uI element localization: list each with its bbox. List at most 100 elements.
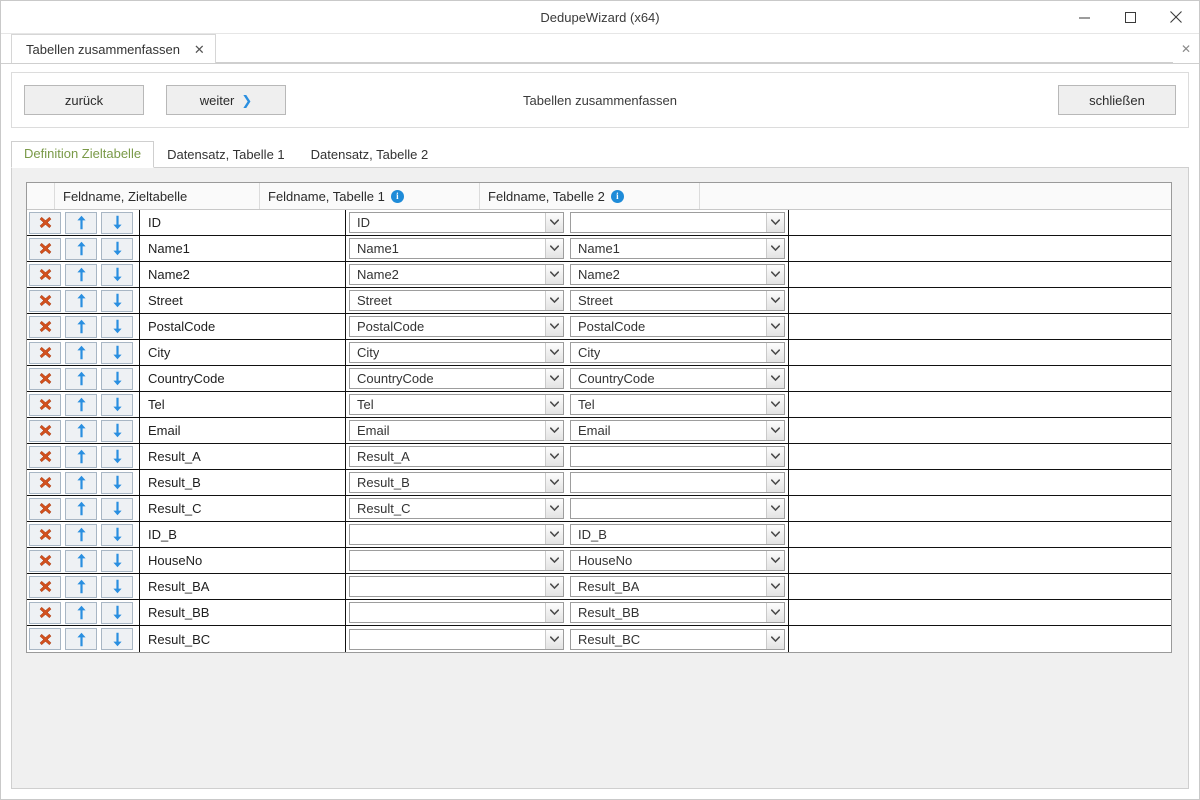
delete-row-icon[interactable]: [29, 472, 61, 494]
move-up-icon[interactable]: [65, 212, 97, 234]
table2-field-select[interactable]: ID_B: [570, 524, 785, 545]
chevron-down-icon[interactable]: [545, 603, 563, 622]
table1-field-select[interactable]: ID: [349, 212, 564, 233]
target-field-cell[interactable]: Result_B: [139, 470, 346, 496]
chevron-down-icon[interactable]: [766, 577, 784, 596]
target-field-cell[interactable]: Street: [139, 288, 346, 314]
table1-field-select[interactable]: Street: [349, 290, 564, 311]
target-field-cell[interactable]: ID_B: [139, 522, 346, 548]
table2-field-select[interactable]: PostalCode: [570, 316, 785, 337]
chevron-down-icon[interactable]: [545, 369, 563, 388]
delete-row-icon[interactable]: [29, 368, 61, 390]
table1-field-select[interactable]: [349, 576, 564, 597]
move-up-icon[interactable]: [65, 290, 97, 312]
chevron-down-icon[interactable]: [545, 473, 563, 492]
delete-row-icon[interactable]: [29, 576, 61, 598]
move-down-icon[interactable]: [101, 576, 133, 598]
info-icon[interactable]: i: [611, 190, 624, 203]
move-up-icon[interactable]: [65, 368, 97, 390]
move-down-icon[interactable]: [101, 602, 133, 624]
close-wizard-button[interactable]: schließen: [1058, 85, 1176, 115]
move-down-icon[interactable]: [101, 238, 133, 260]
move-up-icon[interactable]: [65, 498, 97, 520]
table1-field-select[interactable]: [349, 602, 564, 623]
chevron-down-icon[interactable]: [545, 265, 563, 284]
table2-field-select[interactable]: Name2: [570, 264, 785, 285]
move-up-icon[interactable]: [65, 264, 97, 286]
delete-row-icon[interactable]: [29, 602, 61, 624]
move-down-icon[interactable]: [101, 446, 133, 468]
table2-field-select[interactable]: Result_BB: [570, 602, 785, 623]
column-header-table1[interactable]: Feldname, Tabelle 1 i: [260, 183, 480, 209]
chevron-down-icon[interactable]: [545, 395, 563, 414]
target-field-cell[interactable]: CountryCode: [139, 366, 346, 392]
move-up-icon[interactable]: [65, 628, 97, 650]
move-down-icon[interactable]: [101, 628, 133, 650]
chevron-down-icon[interactable]: [766, 395, 784, 414]
target-field-cell[interactable]: Name1: [139, 236, 346, 262]
chevron-down-icon[interactable]: [766, 447, 784, 466]
chevron-down-icon[interactable]: [766, 630, 784, 649]
target-field-cell[interactable]: ID: [139, 210, 346, 236]
table1-field-select[interactable]: [349, 524, 564, 545]
chevron-down-icon[interactable]: [766, 213, 784, 232]
table2-field-select[interactable]: CountryCode: [570, 368, 785, 389]
move-up-icon[interactable]: [65, 394, 97, 416]
table1-field-select[interactable]: PostalCode: [349, 316, 564, 337]
move-up-icon[interactable]: [65, 602, 97, 624]
table1-field-select[interactable]: Result_A: [349, 446, 564, 467]
table2-field-select[interactable]: City: [570, 342, 785, 363]
move-up-icon[interactable]: [65, 472, 97, 494]
table1-field-select[interactable]: Result_B: [349, 472, 564, 493]
table2-field-select[interactable]: Street: [570, 290, 785, 311]
delete-row-icon[interactable]: [29, 316, 61, 338]
move-up-icon[interactable]: [65, 238, 97, 260]
target-field-cell[interactable]: Result_C: [139, 496, 346, 522]
move-down-icon[interactable]: [101, 264, 133, 286]
table2-field-select[interactable]: Tel: [570, 394, 785, 415]
table1-field-select[interactable]: Email: [349, 420, 564, 441]
table1-field-select[interactable]: Tel: [349, 394, 564, 415]
target-field-cell[interactable]: Result_BB: [139, 600, 346, 626]
move-down-icon[interactable]: [101, 498, 133, 520]
delete-row-icon[interactable]: [29, 628, 61, 650]
table2-field-select[interactable]: Result_BA: [570, 576, 785, 597]
chevron-down-icon[interactable]: [545, 317, 563, 336]
chevron-down-icon[interactable]: [545, 630, 563, 649]
back-button[interactable]: zurück: [24, 85, 144, 115]
delete-row-icon[interactable]: [29, 212, 61, 234]
delete-row-icon[interactable]: [29, 238, 61, 260]
target-field-cell[interactable]: Tel: [139, 392, 346, 418]
move-up-icon[interactable]: [65, 550, 97, 572]
move-down-icon[interactable]: [101, 394, 133, 416]
move-down-icon[interactable]: [101, 550, 133, 572]
delete-row-icon[interactable]: [29, 264, 61, 286]
table1-field-select[interactable]: [349, 629, 564, 650]
table1-field-select[interactable]: Name2: [349, 264, 564, 285]
move-down-icon[interactable]: [101, 524, 133, 546]
target-field-cell[interactable]: HouseNo: [139, 548, 346, 574]
next-button[interactable]: weiter ❯: [166, 85, 286, 115]
chevron-down-icon[interactable]: [766, 551, 784, 570]
table2-field-select[interactable]: [570, 446, 785, 467]
target-field-cell[interactable]: Email: [139, 418, 346, 444]
chevron-down-icon[interactable]: [766, 265, 784, 284]
move-down-icon[interactable]: [101, 342, 133, 364]
delete-row-icon[interactable]: [29, 420, 61, 442]
minimize-icon[interactable]: [1061, 1, 1107, 33]
move-up-icon[interactable]: [65, 420, 97, 442]
delete-row-icon[interactable]: [29, 550, 61, 572]
move-up-icon[interactable]: [65, 524, 97, 546]
target-field-cell[interactable]: Result_BA: [139, 574, 346, 600]
delete-row-icon[interactable]: [29, 498, 61, 520]
target-field-cell[interactable]: City: [139, 340, 346, 366]
chevron-down-icon[interactable]: [766, 473, 784, 492]
chevron-down-icon[interactable]: [766, 421, 784, 440]
chevron-down-icon[interactable]: [766, 499, 784, 518]
chevron-down-icon[interactable]: [766, 525, 784, 544]
column-header-target[interactable]: Feldname, Zieltabelle: [55, 183, 260, 209]
table1-field-select[interactable]: Result_C: [349, 498, 564, 519]
move-up-icon[interactable]: [65, 576, 97, 598]
table2-field-select[interactable]: Name1: [570, 238, 785, 259]
column-header-table2[interactable]: Feldname, Tabelle 2 i: [480, 183, 700, 209]
